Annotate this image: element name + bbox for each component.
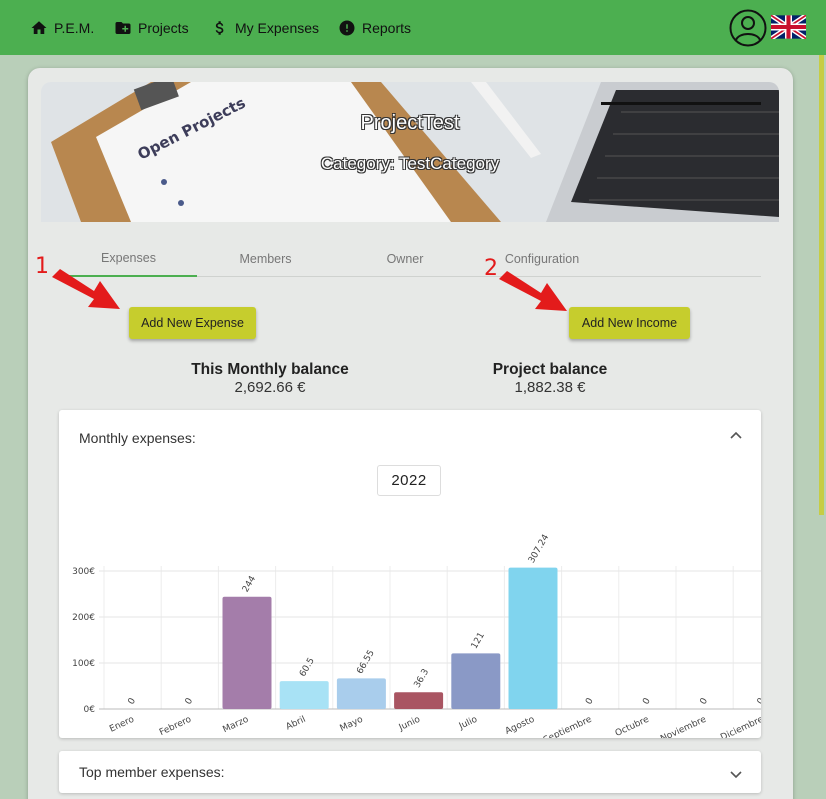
monthly-expenses-panel: Monthly expenses: 2022 0€ 100€ 200€ 300€ 0 En…: [59, 410, 761, 738]
bar-value-label: 60.5: [298, 656, 317, 678]
x-tick-label: Octubre: [614, 714, 651, 738]
bar-value-label: 244: [241, 574, 258, 594]
bar-value-label: 0: [184, 696, 196, 706]
top-member-expenses-panel: Top member expenses:: [59, 751, 761, 793]
chevron-down-icon[interactable]: [729, 767, 743, 781]
tab-label: Configuration: [504, 251, 580, 266]
x-tick-label: Septiembre: [542, 714, 594, 738]
add-expense-button[interactable]: Add New Expense: [129, 307, 256, 339]
chart-bar: [508, 567, 558, 709]
bar-value-label: 0: [756, 696, 761, 706]
y-tick-label: 0€: [84, 705, 96, 715]
folder-add-icon: [115, 22, 131, 34]
top-navbar: P.E.M. Projects My Expenses Reports: [0, 0, 826, 55]
monthly-expenses-chart: 0€ 100€ 200€ 300€ 0 Enero 0 Febrero 244 Marzo 60.5…: [72, 533, 761, 738]
x-tick-label: Junio: [397, 714, 423, 733]
chart-bar: [394, 692, 444, 709]
project-balance-value: 1,882.38 €: [514, 379, 586, 396]
bar-value-label: 0: [641, 696, 653, 706]
chart-bar: [279, 681, 329, 709]
annotation-number-1: 1: [35, 254, 49, 279]
nav-item-my-expenses[interactable]: My Expenses: [211, 14, 319, 42]
bar-value-label: 36.3: [413, 667, 432, 689]
tab-label: Expenses: [101, 250, 156, 265]
tab-label: Members: [239, 251, 292, 266]
tab-owner[interactable]: Owner: [334, 240, 476, 277]
account-circle-icon[interactable]: [729, 9, 767, 47]
bar-value-label: 66.55: [355, 649, 377, 676]
y-tick-label: 100€: [72, 659, 95, 669]
bar-value-label: 0: [127, 696, 139, 706]
project-banner: Open Projects ProjectTest Category: Test…: [41, 82, 779, 222]
x-tick-label: Febrero: [158, 714, 193, 738]
y-tick-label: 200€: [72, 613, 95, 623]
add-expense-label: Add New Expense: [141, 316, 244, 330]
nav-item-home[interactable]: P.E.M.: [30, 14, 94, 42]
project-balance-title: Project balance: [492, 361, 608, 378]
scroll-edge: [819, 55, 824, 515]
project-title: ProjectTest: [360, 112, 460, 134]
nav-item-label: Projects: [138, 20, 189, 36]
annotation-arrow-1: [52, 269, 120, 309]
monthly-balance-title: This Monthly balance: [191, 361, 349, 378]
alert-circle-icon: [339, 20, 355, 36]
annotation-arrow-2: [499, 271, 567, 311]
project-tabs: Expenses Members Owner Configuration: [60, 240, 761, 277]
chart-bar: [451, 653, 501, 709]
nav-item-reports[interactable]: Reports: [338, 14, 411, 42]
bar-value-label: 307.24: [527, 533, 552, 566]
nav-item-label: Reports: [362, 20, 412, 36]
bar-value-label: 0: [699, 696, 711, 706]
chart-bar: [222, 596, 272, 709]
add-income-label: Add New Income: [581, 316, 678, 330]
tab-label: Owner: [386, 251, 424, 266]
home-icon: [31, 21, 47, 34]
chart-bar: [336, 678, 386, 709]
x-tick-label: Julio: [457, 714, 480, 732]
y-tick-label: 300€: [72, 567, 95, 577]
bar-value-label: 0: [584, 696, 596, 706]
nav-item-label: My Expenses: [235, 20, 320, 36]
monthly-balance-value: 2,692.66 €: [234, 379, 306, 396]
banner-illustration: Open Projects: [41, 82, 779, 222]
top-member-expenses-title: Top member expenses:: [79, 764, 225, 780]
dollar-icon: [215, 21, 224, 35]
x-tick-label: Agosto: [504, 714, 537, 736]
x-tick-label: Enero: [108, 714, 136, 734]
x-tick-label: Noviembre: [659, 714, 708, 738]
project-category: Category: TestCategory: [320, 154, 500, 173]
tab-members[interactable]: Members: [197, 240, 334, 277]
x-tick-label: Marzo: [221, 714, 250, 735]
x-tick-label: Diciembre: [719, 714, 761, 738]
add-income-button[interactable]: Add New Income: [569, 307, 690, 339]
x-tick-label: Mayo: [339, 714, 366, 733]
uk-flag-icon[interactable]: [771, 15, 806, 39]
annotation-number-2: 2: [484, 256, 498, 281]
nav-item-label: P.E.M.: [54, 20, 95, 36]
x-tick-label: Abril: [285, 715, 308, 733]
bar-value-label: 121: [470, 631, 487, 651]
nav-item-projects[interactable]: Projects: [114, 14, 189, 42]
